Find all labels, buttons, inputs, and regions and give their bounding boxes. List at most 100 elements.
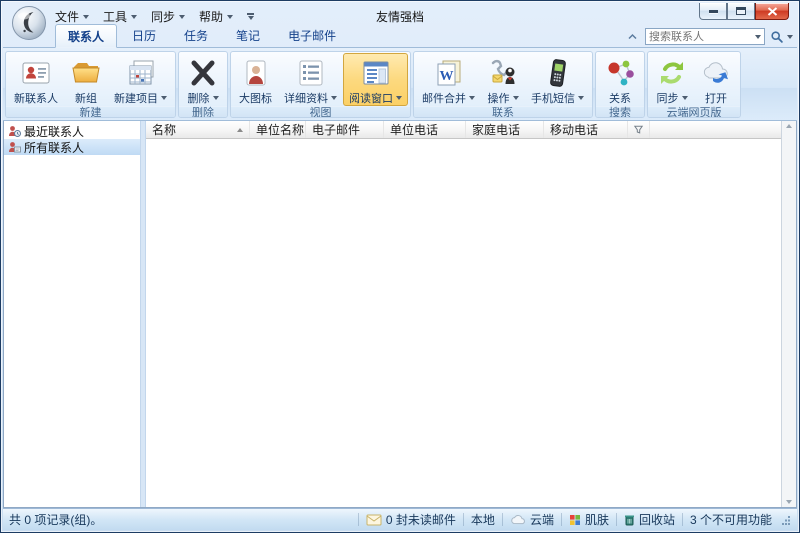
open-web-button[interactable]: 打开 (694, 53, 738, 106)
folder-sidebar: 最近联系人 所有联系人 (4, 121, 140, 507)
reading-pane-button[interactable]: 阅读窗口 (343, 53, 408, 106)
button-label: 删除 (188, 90, 210, 106)
chevron-down-icon (227, 15, 233, 19)
cloud-status-icon (510, 514, 526, 525)
tab-tasks[interactable]: 任务 (171, 23, 221, 47)
menu-tools[interactable]: 工具 (103, 8, 137, 25)
mail-merge-button[interactable]: W 邮件合并 (416, 53, 481, 106)
large-icons-button[interactable]: 大图标 (233, 53, 278, 106)
scroll-up-icon[interactable] (786, 124, 792, 128)
app-logo-icon[interactable] (11, 5, 47, 41)
menu-bar: 文件 工具 同步 帮助 (55, 8, 254, 25)
column-header-company[interactable]: 单位名称 (250, 121, 306, 138)
ribbon-group-search: 关系 搜索 (595, 51, 645, 118)
dropdown-arrow-icon (682, 96, 688, 100)
word-doc-icon: W (433, 56, 465, 90)
ribbon: 新联系人 新组 (3, 48, 797, 121)
app-window: 文件 工具 同步 帮助 友情强档 (0, 0, 800, 533)
menu-file[interactable]: 文件 (55, 8, 89, 25)
delete-x-icon (187, 56, 219, 90)
search-input[interactable] (649, 31, 753, 43)
tab-calendar[interactable]: 日历 (119, 23, 169, 47)
column-header-mobile-phone[interactable]: 移动电话 (544, 121, 628, 138)
menu-help[interactable]: 帮助 (199, 8, 233, 25)
local-status[interactable]: 本地 (471, 511, 495, 528)
search-area (624, 28, 797, 47)
skin-icon (569, 514, 581, 526)
recycle-bin-label: 回收站 (639, 511, 675, 528)
cloud-label: 云端 (530, 511, 554, 528)
actions-button[interactable]: 操作 (481, 53, 525, 106)
sort-ascending-icon (237, 128, 243, 132)
sync-arrows-icon (656, 56, 688, 90)
tab-email[interactable]: 电子邮件 (275, 23, 349, 47)
status-separator (682, 513, 683, 526)
sidebar-item-label: 所有联系人 (24, 139, 84, 156)
delete-button[interactable]: 删除 (181, 53, 225, 106)
button-label: 详细资料 (284, 90, 328, 106)
column-label: 单位电话 (390, 121, 438, 138)
unavailable-features-label: 3 个不可用功能 (690, 511, 772, 528)
new-contact-button[interactable]: 新联系人 (8, 53, 64, 106)
recycle-bin-status[interactable]: 回收站 (624, 511, 675, 528)
person-card-icon (240, 56, 272, 90)
scroll-down-icon[interactable] (786, 500, 792, 504)
button-label: 操作 (488, 90, 510, 106)
chevron-down-icon (787, 35, 793, 39)
search-icon (770, 30, 784, 44)
sync-button[interactable]: 同步 (650, 53, 694, 106)
column-header-email[interactable]: 电子邮件 (306, 121, 384, 138)
ribbon-group-cloud: 同步 打开 云端网页版 (647, 51, 741, 118)
dropdown-arrow-icon (331, 96, 337, 100)
tab-notes[interactable]: 笔记 (223, 23, 273, 47)
new-item-button[interactable]: 新建项目 (108, 53, 173, 106)
menu-sync[interactable]: 同步 (151, 8, 185, 25)
button-label: 大图标 (239, 90, 272, 106)
status-separator (561, 513, 562, 526)
new-group-button[interactable]: 新组 (64, 53, 108, 106)
collapse-ribbon-button[interactable] (624, 30, 640, 44)
dropdown-arrow-icon (513, 96, 519, 100)
details-button[interactable]: 详细资料 (278, 53, 343, 106)
skin-status[interactable]: 肌肤 (569, 511, 609, 528)
unread-mail-status[interactable]: 0 封未读邮件 (366, 511, 456, 528)
dropdown-arrow-icon (213, 96, 219, 100)
column-label: 名称 (152, 121, 176, 138)
customize-toolbar-icon[interactable] (247, 13, 254, 20)
vertical-scrollbar[interactable] (781, 121, 796, 507)
chevron-down-icon (83, 15, 89, 19)
mobile-phone-icon (542, 56, 574, 90)
sidebar-item-all-contacts[interactable]: 所有联系人 (4, 139, 140, 155)
chevron-down-icon (179, 15, 185, 19)
column-label: 家庭电话 (472, 121, 520, 138)
sidebar-item-recent-contacts[interactable]: 最近联系人 (4, 123, 140, 139)
unread-mail-label: 0 封未读邮件 (386, 511, 456, 528)
column-header-work-phone[interactable]: 单位电话 (384, 121, 466, 138)
cloud-open-icon (700, 56, 732, 90)
maximize-button[interactable] (727, 3, 755, 20)
chevron-down-icon[interactable] (755, 35, 761, 39)
column-label: 电子邮件 (312, 121, 360, 138)
dropdown-arrow-icon (396, 96, 402, 100)
relations-button[interactable]: 关系 (598, 53, 642, 106)
list-body[interactable] (146, 139, 781, 507)
cloud-status[interactable]: 云端 (510, 511, 554, 528)
ribbon-group-contact: W 邮件合并 (413, 51, 593, 118)
unavailable-features-status[interactable]: 3 个不可用功能 (690, 511, 772, 528)
resize-grip[interactable] (781, 515, 791, 525)
column-label: 移动电话 (550, 121, 598, 138)
column-header-name[interactable]: 名称 (146, 121, 250, 138)
minimize-button[interactable] (699, 3, 727, 20)
column-header-home-phone[interactable]: 家庭电话 (466, 121, 544, 138)
reading-pane-icon (360, 56, 392, 90)
button-label: 新组 (75, 90, 97, 106)
status-separator (463, 513, 464, 526)
tab-contacts[interactable]: 联系人 (55, 24, 117, 48)
list-header: 名称 单位名称 电子邮件 单位电话 家庭电话 移动电话 (146, 121, 781, 139)
search-button[interactable] (770, 30, 793, 44)
sms-button[interactable]: 手机短信 (525, 53, 590, 106)
recent-contacts-icon (7, 124, 21, 138)
close-button[interactable] (755, 3, 789, 20)
filter-button[interactable] (628, 121, 650, 138)
button-label: 新建项目 (114, 90, 158, 106)
